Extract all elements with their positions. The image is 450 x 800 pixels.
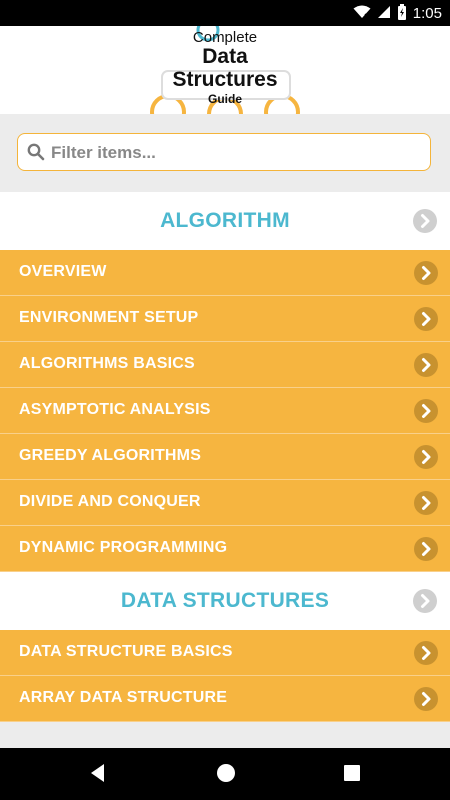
status-bar: 1:05: [0, 0, 450, 26]
list-item-label: ARRAY DATA STRUCTURE: [19, 689, 228, 706]
chevron-right-icon: [414, 537, 438, 566]
chevron-right-icon: [414, 641, 438, 670]
logo-text-guide: Guide: [208, 92, 242, 106]
app-header: Complete Data Structures Guide: [0, 26, 450, 114]
section-title: ALGORITHM: [160, 209, 290, 232]
search-area: [0, 114, 450, 192]
wifi-icon: [353, 5, 371, 22]
app-logo: Complete Data Structures Guide: [150, 26, 300, 114]
back-icon[interactable]: [88, 762, 108, 789]
system-nav-bar: [0, 748, 450, 800]
signal-icon: [377, 5, 391, 22]
topic-card: ALGORITHM OVERVIEW ENVIRONMENT SETUP ALG…: [0, 192, 450, 722]
search-box[interactable]: [17, 133, 431, 171]
chevron-right-icon: [414, 687, 438, 716]
section-header-data-structures[interactable]: DATA STRUCTURES: [0, 572, 450, 630]
chevron-right-icon: [413, 589, 437, 618]
list-item-divide-and-conquer[interactable]: DIVIDE AND CONQUER: [0, 480, 450, 526]
chevron-right-icon: [413, 209, 437, 238]
battery-icon: [397, 4, 407, 23]
chevron-right-icon: [414, 353, 438, 382]
list-item-label: ASYMPTOTIC ANALYSIS: [19, 401, 211, 418]
chevron-right-icon: [414, 307, 438, 336]
list-item-asymptotic-analysis[interactable]: ASYMPTOTIC ANALYSIS: [0, 388, 450, 434]
list-item-label: ENVIRONMENT SETUP: [19, 309, 199, 326]
logo-text-data: Data: [202, 45, 248, 68]
list-item-label: DYNAMIC PROGRAMMING: [19, 539, 228, 556]
section-header-algorithm[interactable]: ALGORITHM: [0, 192, 450, 250]
list-item-dynamic-programming[interactable]: DYNAMIC PROGRAMMING: [0, 526, 450, 572]
list-item-label: OVERVIEW: [19, 263, 107, 280]
list-item-environment-setup[interactable]: ENVIRONMENT SETUP: [0, 296, 450, 342]
list-item-array-data-structure[interactable]: ARRAY DATA STRUCTURE: [0, 676, 450, 722]
topic-list[interactable]: ALGORITHM OVERVIEW ENVIRONMENT SETUP ALG…: [0, 192, 450, 748]
list-item-label: DATA STRUCTURE BASICS: [19, 643, 233, 660]
list-item-label: ALGORITHMS BASICS: [19, 355, 195, 372]
chevron-right-icon: [414, 491, 438, 520]
home-icon[interactable]: [215, 762, 237, 789]
list-item-label: DIVIDE AND CONQUER: [19, 493, 201, 510]
recents-icon[interactable]: [342, 762, 362, 789]
search-input[interactable]: [49, 138, 423, 168]
list-item-data-structure-basics[interactable]: DATA STRUCTURE BASICS: [0, 630, 450, 676]
list-item-greedy-algorithms[interactable]: GREEDY ALGORITHMS: [0, 434, 450, 480]
search-icon: [27, 143, 45, 166]
list-item-algorithms-basics[interactable]: ALGORITHMS BASICS: [0, 342, 450, 388]
list-item-overview[interactable]: OVERVIEW: [0, 250, 450, 296]
chevron-right-icon: [414, 399, 438, 428]
clock-time: 1:05: [412, 5, 442, 22]
list-item-label: GREEDY ALGORITHMS: [19, 447, 202, 464]
logo-text-complete: Complete: [193, 29, 257, 46]
chevron-right-icon: [414, 261, 438, 290]
chevron-right-icon: [414, 445, 438, 474]
section-title: DATA STRUCTURES: [120, 589, 330, 612]
logo-text-structures: Structures: [172, 68, 277, 91]
